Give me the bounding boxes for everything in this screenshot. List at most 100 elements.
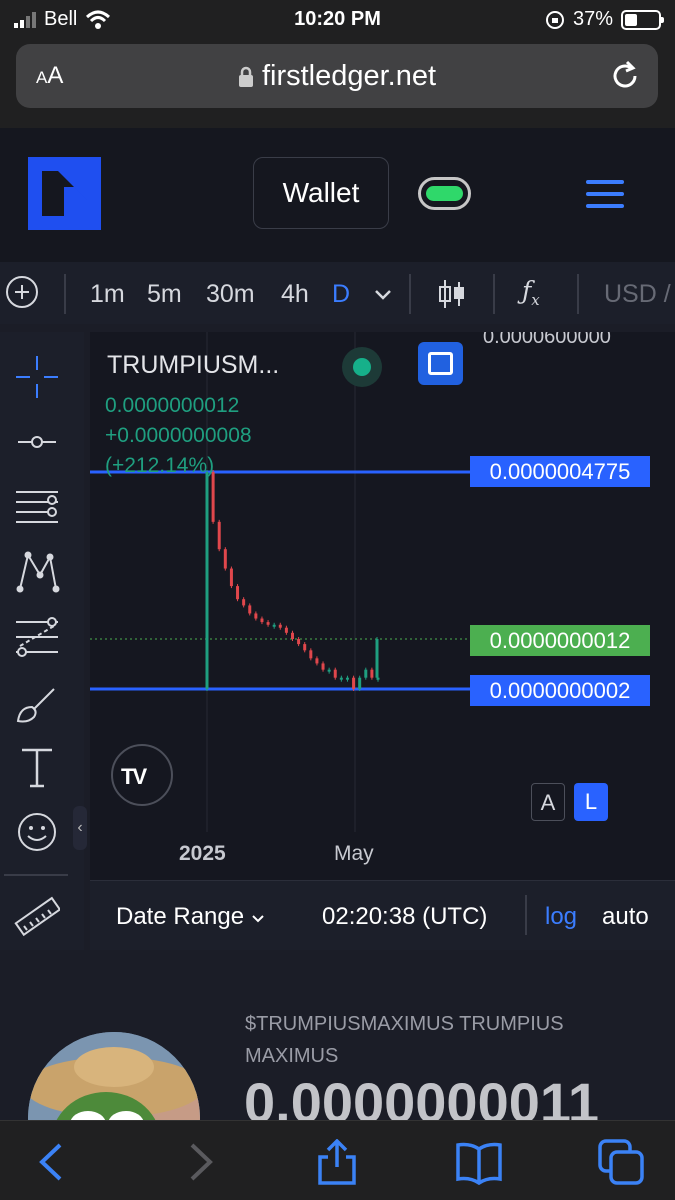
market-status-dot — [342, 347, 382, 387]
auto-toggle[interactable]: auto — [602, 903, 649, 931]
address-bar[interactable]: AA firstledger.net — [16, 44, 658, 108]
pattern-icon[interactable] — [14, 549, 60, 595]
candle-body — [248, 605, 252, 614]
interval-30m[interactable]: 30m — [206, 280, 255, 309]
lock-icon — [238, 67, 253, 88]
trend-line-icon[interactable] — [14, 419, 60, 465]
candle-body — [315, 658, 319, 664]
projection-icon[interactable] — [14, 614, 60, 660]
date-range-label: Date Range — [116, 903, 245, 930]
chart-footer: Date Range 02:20:38 (UTC) log auto — [90, 880, 675, 950]
candle-body — [339, 677, 343, 680]
candle-body — [309, 650, 313, 659]
candle-body — [352, 677, 356, 689]
drawing-tools — [0, 332, 84, 950]
candle-body — [358, 677, 362, 689]
add-symbol-icon[interactable] — [6, 276, 38, 308]
token-full-name: $TRUMPIUSMAXIMUS TRUMPIUS MAXIMUS — [245, 1013, 564, 1067]
tool-divider — [4, 874, 68, 876]
status-bar: Bell 10:20 PM 37% — [0, 0, 675, 38]
wallet-button[interactable]: Wallet — [253, 157, 389, 229]
chart-toolbar: 1m 5m 30m 4h D ƒx USD / — [0, 262, 675, 324]
firstledger-logo[interactable] — [28, 157, 101, 230]
chevron-down-icon — [252, 915, 264, 923]
currency-selector[interactable]: USD / — [604, 280, 671, 309]
candle-body — [303, 644, 307, 651]
forward-icon[interactable] — [176, 1139, 222, 1185]
candle-body — [375, 639, 379, 678]
candle-body — [254, 613, 258, 619]
fullscreen-button[interactable] — [418, 342, 463, 385]
candle-body — [278, 624, 282, 628]
legend-price: 0.0000000012 — [105, 394, 240, 417]
tradingview-logo[interactable]: TV — [111, 744, 173, 806]
indicators-icon[interactable]: ƒx — [522, 276, 540, 309]
battery-icon — [621, 9, 664, 30]
ruler-icon[interactable] — [14, 894, 60, 940]
legend-change: +0.0000000008 — [105, 424, 252, 447]
tradingview-logo-mark: TV — [121, 764, 147, 789]
battery-percent: 37% — [572, 8, 613, 30]
battery-fill — [625, 13, 637, 26]
interval-4h[interactable]: 4h — [281, 280, 309, 309]
bookmarks-icon[interactable] — [456, 1139, 502, 1185]
chevron-down-icon[interactable] — [374, 289, 392, 301]
legend-change-pct: (+212.14%) — [105, 454, 215, 477]
utc-clock[interactable]: 02:20:38 (UTC) — [322, 903, 487, 931]
candle-body — [291, 632, 294, 640]
tabs-icon[interactable] — [598, 1139, 644, 1185]
text-tool-icon[interactable] — [14, 744, 60, 790]
browser-top-bar: Bell 10:20 PM 37% AA firstledger.net — [0, 0, 675, 128]
emoji-icon[interactable] — [14, 809, 60, 855]
candle-body — [370, 669, 374, 678]
auto-scale-button[interactable]: A — [531, 783, 565, 821]
candle-body — [236, 586, 240, 600]
candle-body — [333, 669, 337, 678]
candle-body — [327, 669, 331, 672]
candle-body — [364, 669, 368, 678]
date-range-button[interactable]: Date Range — [116, 903, 265, 931]
site-header: Wallet — [0, 128, 675, 262]
candle-body — [217, 521, 221, 550]
candle-body — [260, 618, 264, 623]
url-display[interactable]: firstledger.net — [16, 60, 658, 93]
x-label-2025: 2025 — [179, 842, 226, 865]
orientation-lock-icon — [545, 10, 564, 29]
candle-body — [297, 639, 301, 645]
log-scale-button[interactable]: L — [574, 783, 608, 821]
hamburger-menu-icon[interactable] — [586, 180, 626, 208]
reload-icon[interactable] — [610, 60, 640, 92]
candle-body — [223, 549, 227, 569]
candles-icon[interactable] — [438, 278, 466, 310]
candle-body — [211, 472, 215, 522]
low-price-tag: 0.0000000002 — [470, 675, 650, 706]
high-price-tag: 0.0000004775 — [470, 456, 650, 487]
candle-body — [345, 677, 349, 680]
x-label-may: May — [334, 842, 374, 865]
share-icon[interactable] — [314, 1139, 360, 1185]
interval-5m[interactable]: 5m — [147, 280, 182, 309]
candle-body — [321, 663, 325, 670]
footer-divider — [525, 895, 527, 935]
fib-retracement-icon[interactable] — [14, 484, 60, 530]
crosshair-icon[interactable] — [14, 354, 60, 400]
candle-body — [284, 627, 288, 633]
back-icon[interactable] — [30, 1139, 76, 1185]
interval-d[interactable]: D — [332, 280, 350, 309]
price-axis-tick: 0.0000600000 — [483, 332, 611, 348]
interval-1m[interactable]: 1m — [90, 280, 125, 309]
theme-toggle[interactable] — [418, 177, 471, 210]
log-toggle[interactable]: log — [545, 903, 577, 931]
symbol-title: TRUMPIUSM... — [107, 351, 280, 379]
candle-body — [272, 624, 276, 627]
brush-icon[interactable] — [14, 679, 60, 725]
candle-body — [229, 568, 233, 587]
status-right: 37% — [545, 8, 664, 31]
collapse-tools-button[interactable]: ‹ — [73, 806, 87, 850]
candle-body — [242, 599, 246, 606]
candle-body — [205, 472, 209, 689]
price-chart[interactable]: 0.0000600000 TRUMPIUSM... 0.0000000012 +… — [90, 332, 675, 880]
browser-bottom-bar — [0, 1120, 675, 1200]
url-text: firstledger.net — [261, 60, 437, 92]
candle-body — [266, 622, 270, 625]
